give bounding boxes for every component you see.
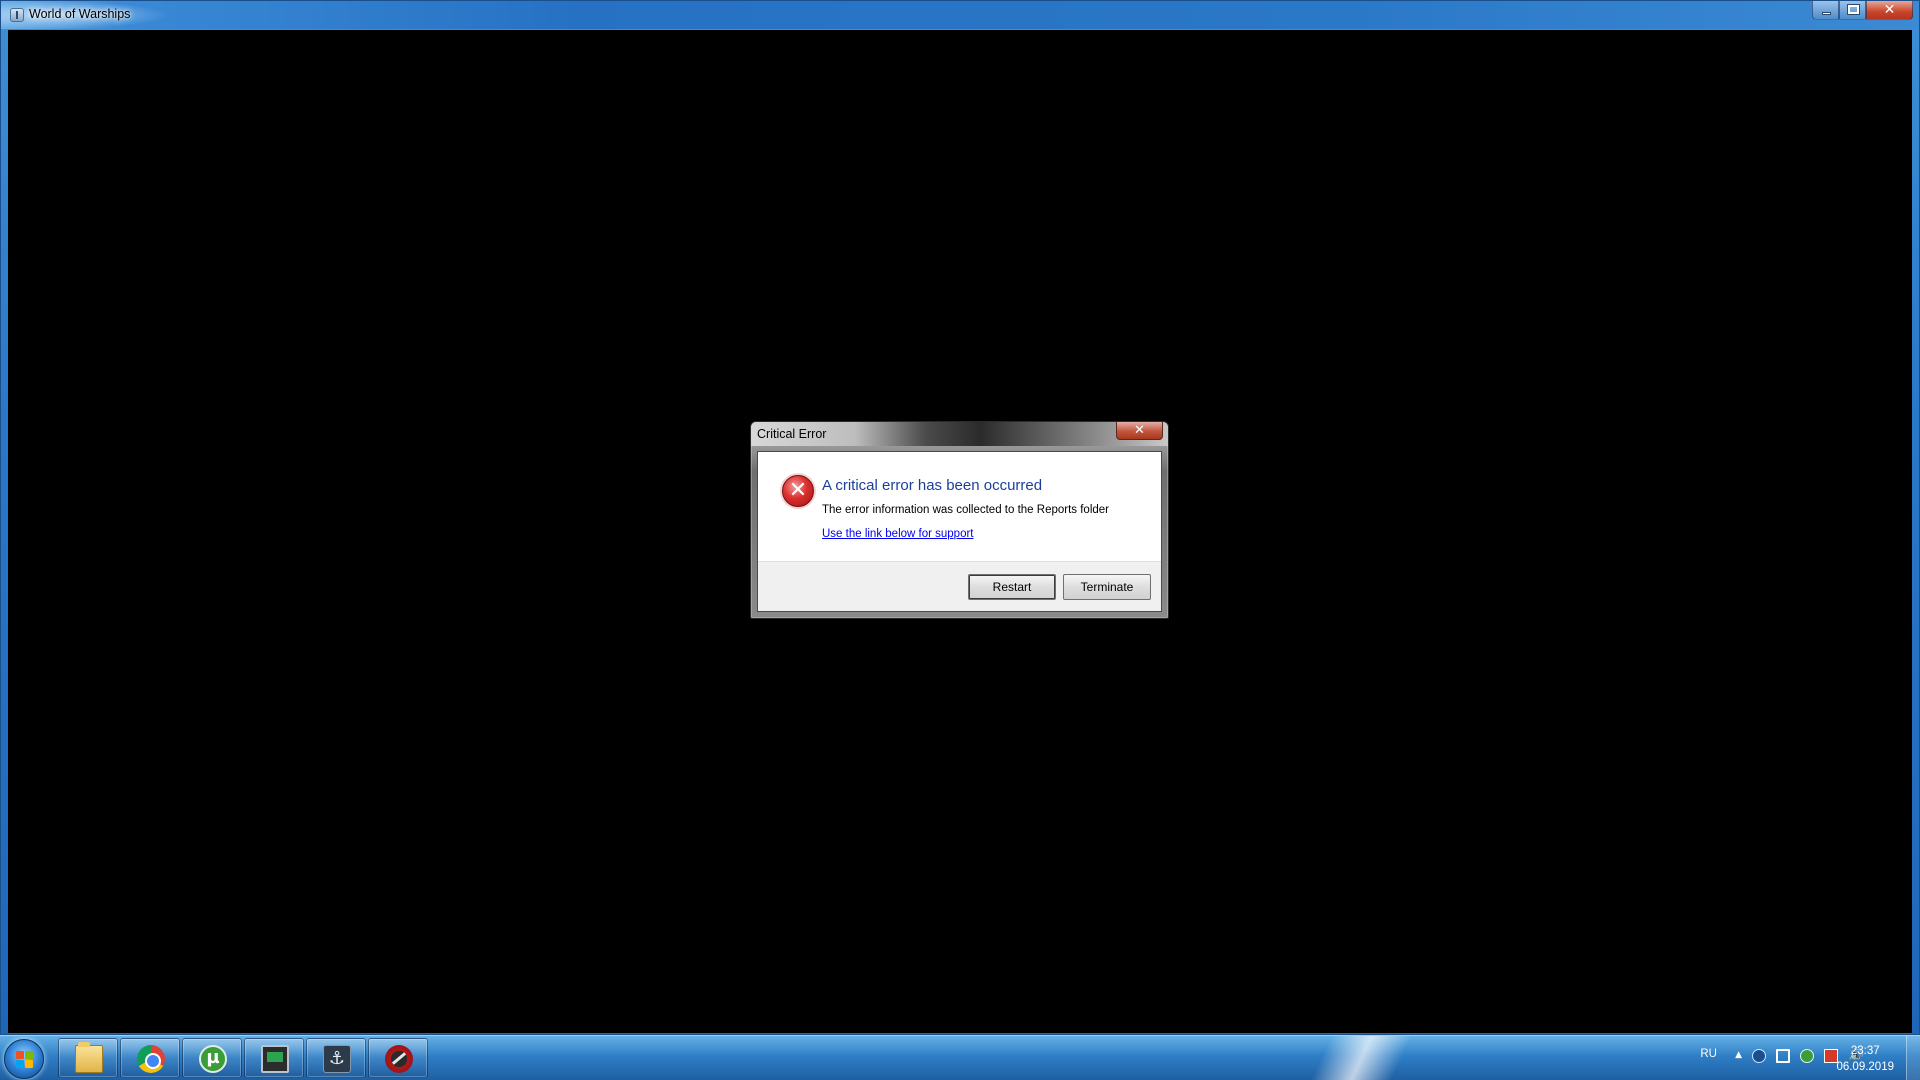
show-hidden-icons-button[interactable]: ▲ <box>1735 1050 1742 1060</box>
taskbar: µ ⚓ RU ▲ 🔊 23:37 06.09.2019 <box>0 1035 1920 1080</box>
minimize-icon <box>1822 12 1831 15</box>
ship-icon: ⚓ <box>323 1045 351 1073</box>
taskbar-wargaming[interactable] <box>368 1038 428 1078</box>
taskbar-utorrent[interactable]: µ <box>182 1038 242 1078</box>
maximize-icon <box>1847 4 1860 15</box>
dialog-button-area: Restart Terminate <box>758 561 1161 611</box>
window-titlebar[interactable]: World of Warships ✕ <box>1 1 1919 29</box>
dialog-titlebar[interactable]: Critical Error ✕ <box>751 422 1168 446</box>
taskbar-monitor[interactable] <box>244 1038 304 1078</box>
network-icon[interactable] <box>1776 1049 1790 1063</box>
minimize-button[interactable] <box>1812 1 1839 20</box>
taskbar-chrome[interactable] <box>120 1038 180 1078</box>
start-button[interactable] <box>4 1039 44 1079</box>
maximize-button[interactable] <box>1839 1 1866 20</box>
critical-error-dialog: Critical Error ✕ ✕ A critical error has … <box>750 421 1169 619</box>
error-icon-glyph: ✕ <box>788 478 808 503</box>
language-indicator[interactable]: RU <box>1700 1048 1717 1060</box>
terminate-button[interactable]: Terminate <box>1063 574 1151 600</box>
clock-time: 23:37 <box>1850 1045 1880 1057</box>
utorrent-icon: µ <box>199 1045 227 1073</box>
bluetooth-icon[interactable] <box>1752 1049 1766 1063</box>
dialog-body: ✕ A critical error has been occurred The… <box>757 451 1162 612</box>
restart-button[interactable]: Restart <box>968 574 1056 600</box>
clock[interactable]: 23:37 06.09.2019 <box>1836 1043 1894 1075</box>
taskbar-world-of-warships[interactable]: ⚓ <box>306 1038 366 1078</box>
wargaming-icon <box>385 1045 413 1073</box>
dialog-title: Critical Error <box>757 427 827 441</box>
error-icon: ✕ <box>782 475 814 507</box>
warships-app-icon[interactable] <box>10 8 24 22</box>
show-desktop-button[interactable] <box>1906 1036 1920 1080</box>
window-title: World of Warships <box>29 7 131 21</box>
windows-logo-icon <box>16 1051 34 1069</box>
taskbar-explorer[interactable] <box>58 1038 118 1078</box>
dialog-close-button[interactable]: ✕ <box>1116 422 1163 440</box>
close-icon: ✕ <box>1134 423 1145 438</box>
clock-date: 06.09.2019 <box>1836 1061 1894 1073</box>
chrome-icon <box>137 1045 165 1073</box>
support-link[interactable]: Use the link below for support <box>822 528 974 540</box>
error-description: The error information was collected to t… <box>822 504 1109 516</box>
folder-icon <box>75 1042 103 1073</box>
close-icon: ✕ <box>1883 2 1896 18</box>
error-heading: A critical error has been occurred <box>822 477 1043 494</box>
close-button[interactable]: ✕ <box>1866 1 1913 20</box>
window-controls: ✕ <box>1812 1 1913 21</box>
monitor-icon <box>261 1045 289 1073</box>
utorrent-tray-icon[interactable] <box>1800 1049 1814 1063</box>
